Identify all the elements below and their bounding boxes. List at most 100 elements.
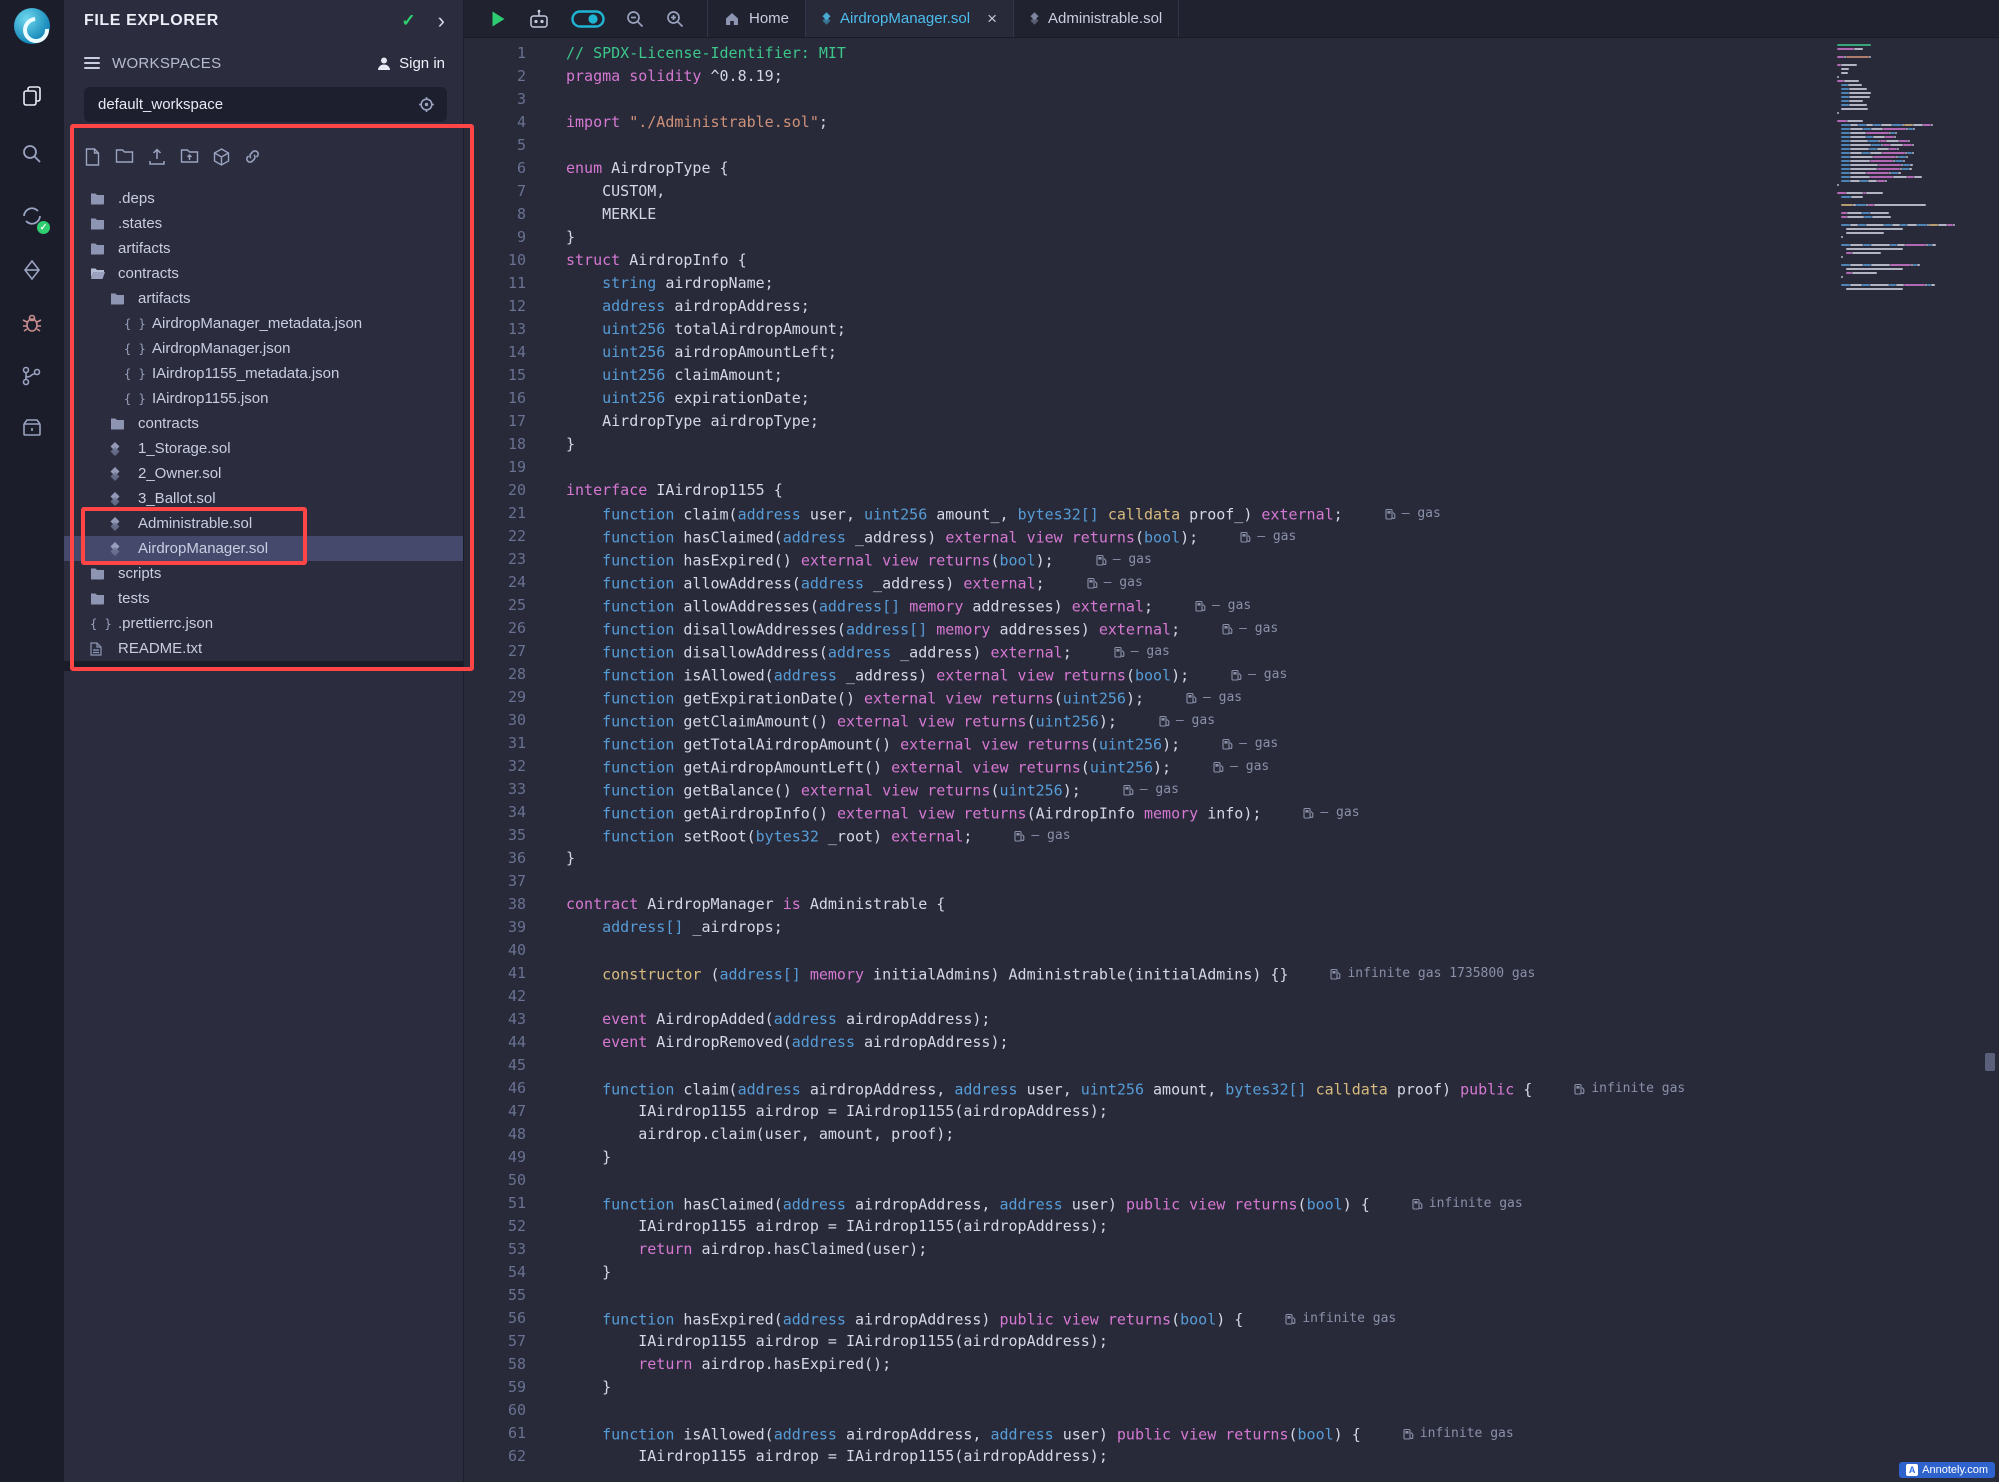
code-line-56[interactable]: 56 function hasExpired(address airdropAd… [464,1307,1977,1330]
code-line-3[interactable]: 3 [464,88,1977,111]
code-line-55[interactable]: 55 [464,1284,1977,1307]
code-line-33[interactable]: 33 function getBalance() external view r… [464,778,1977,801]
code-line-36[interactable]: 36} [464,847,1977,870]
code-line-38[interactable]: 38contract AirdropManager is Administrab… [464,893,1977,916]
code-line-4[interactable]: 4import "./Administrable.sol"; [464,111,1977,134]
code-line-61[interactable]: 61 function isAllowed(address airdropAdd… [464,1422,1977,1445]
zoom-in-icon[interactable] [665,9,685,29]
tree-item-administrable-sol[interactable]: Administrable.sol [64,511,463,536]
code-line-37[interactable]: 37 [464,870,1977,893]
code-line-25[interactable]: 25 function allowAddresses(address[] mem… [464,594,1977,617]
tree-item-prettierrc-json[interactable]: { }.prettierrc.json [64,611,463,636]
code-line-41[interactable]: 41 constructor (address[] memory initial… [464,962,1977,985]
code-line-20[interactable]: 20interface IAirdrop1155 { [464,479,1977,502]
copilot-toggle[interactable] [571,10,605,28]
code-line-54[interactable]: 54 } [464,1261,1977,1284]
file-explorer-icon[interactable] [12,76,52,116]
code-line-62[interactable]: 62 IAirdrop1155 airdrop = IAirdrop1155(a… [464,1445,1977,1468]
tree-item-artifacts[interactable]: artifacts [64,236,463,261]
code-line-6[interactable]: 6enum AirdropType { [464,157,1977,180]
zoom-out-icon[interactable] [625,9,645,29]
code-line-15[interactable]: 15 uint256 claimAmount; [464,364,1977,387]
upload-folder-icon[interactable] [180,148,199,166]
code-line-1[interactable]: 1// SPDX-License-Identifier: MIT [464,42,1977,65]
tree-item-2-owner-sol[interactable]: 2_Owner.sol [64,461,463,486]
tree-item-states[interactable]: .states [64,211,463,236]
code-line-19[interactable]: 19 [464,456,1977,479]
code-line-34[interactable]: 34 function getAirdropInfo() external vi… [464,801,1977,824]
code-line-53[interactable]: 53 return airdrop.hasClaimed(user); [464,1238,1977,1261]
code-line-5[interactable]: 5 [464,134,1977,157]
minimap[interactable] [1837,44,1977,292]
code-line-27[interactable]: 27 function disallowAddress(address _add… [464,640,1977,663]
tab-home[interactable]: Home [708,0,806,37]
code-line-17[interactable]: 17 AirdropType airdropType; [464,410,1977,433]
code-line-18[interactable]: 18} [464,433,1977,456]
code-line-35[interactable]: 35 function setRoot(bytes32 _root) exter… [464,824,1977,847]
upload-file-icon[interactable] [148,148,166,166]
code-line-52[interactable]: 52 IAirdrop1155 airdrop = IAirdrop1155(a… [464,1215,1977,1238]
tree-item-airdropmanager-sol[interactable]: AirdropManager.sol [64,536,463,561]
code-line-21[interactable]: 21 function claim(address user, uint256 … [464,502,1977,525]
code-line-2[interactable]: 2pragma solidity ^0.8.19; [464,65,1977,88]
tab-airdropmanager-sol[interactable]: AirdropManager.sol× [806,0,1014,37]
plugin-manager-icon[interactable] [12,408,52,448]
editor-scrollbar[interactable] [1979,38,1999,1482]
run-script-button[interactable] [490,10,507,28]
code-line-9[interactable]: 9} [464,226,1977,249]
code-line-40[interactable]: 40 [464,939,1977,962]
code-line-47[interactable]: 47 IAirdrop1155 airdrop = IAirdrop1155(a… [464,1100,1977,1123]
tree-item-deps[interactable]: .deps [64,186,463,211]
scrollbar-thumb[interactable] [1985,1053,1995,1071]
code-line-46[interactable]: 46 function claim(address airdropAddress… [464,1077,1977,1100]
code-line-22[interactable]: 22 function hasClaimed(address _address)… [464,525,1977,548]
workspace-settings-icon[interactable] [418,96,435,113]
code-line-13[interactable]: 13 uint256 totalAirdropAmount; [464,318,1977,341]
code-line-44[interactable]: 44 event AirdropRemoved(address airdropA… [464,1031,1977,1054]
code-line-12[interactable]: 12 address airdropAddress; [464,295,1977,318]
code-line-11[interactable]: 11 string airdropName; [464,272,1977,295]
remix-ai-icon[interactable] [527,8,551,30]
tree-item-readme-txt[interactable]: README.txt [64,636,463,661]
close-tab-icon[interactable]: × [987,10,997,27]
code-line-10[interactable]: 10struct AirdropInfo { [464,249,1977,272]
search-icon[interactable] [12,134,52,174]
tree-item-scripts[interactable]: scripts [64,561,463,586]
tree-item-iairdrop1155-json[interactable]: { }IAirdrop1155.json [64,386,463,411]
tree-item-tests[interactable]: tests [64,586,463,611]
code-line-59[interactable]: 59 } [464,1376,1977,1399]
tree-item-1-storage-sol[interactable]: 1_Storage.sol [64,436,463,461]
code-line-7[interactable]: 7 CUSTOM, [464,180,1977,203]
new-file-icon[interactable] [84,148,101,166]
menu-icon[interactable] [84,56,100,70]
code-line-58[interactable]: 58 return airdrop.hasExpired(); [464,1353,1977,1376]
tree-item-contracts[interactable]: contracts [64,261,463,286]
tree-item-airdropmanager-json[interactable]: { }AirdropManager.json [64,336,463,361]
deploy-run-icon[interactable] [12,250,52,290]
ipfs-box-icon[interactable] [213,148,230,166]
code-line-23[interactable]: 23 function hasExpired() external view r… [464,548,1977,571]
tree-item-airdropmanager-metadata-json[interactable]: { }AirdropManager_metadata.json [64,311,463,336]
sign-in-button[interactable]: Sign in [376,55,445,72]
code-line-39[interactable]: 39 address[] _airdrops; [464,916,1977,939]
tab-administrable-sol[interactable]: Administrable.sol [1014,0,1179,37]
code-line-49[interactable]: 49 } [464,1146,1977,1169]
debugger-icon[interactable] [12,304,52,344]
code-line-42[interactable]: 42 [464,985,1977,1008]
code-editor[interactable]: 1// SPDX-License-Identifier: MIT2pragma … [464,38,1977,1482]
tree-item-3-ballot-sol[interactable]: 3_Ballot.sol [64,486,463,511]
code-line-30[interactable]: 30 function getClaimAmount() external vi… [464,709,1977,732]
code-line-8[interactable]: 8 MERKLE [464,203,1977,226]
tree-item-artifacts[interactable]: artifacts [64,286,463,311]
code-line-45[interactable]: 45 [464,1054,1977,1077]
tree-item-contracts[interactable]: contracts [64,411,463,436]
tree-item-iairdrop1155-metadata-json[interactable]: { }IAirdrop1155_metadata.json [64,361,463,386]
code-line-24[interactable]: 24 function allowAddress(address _addres… [464,571,1977,594]
code-line-26[interactable]: 26 function disallowAddresses(address[] … [464,617,1977,640]
code-line-32[interactable]: 32 function getAirdropAmountLeft() exter… [464,755,1977,778]
code-line-16[interactable]: 16 uint256 expirationDate; [464,387,1977,410]
remix-logo[interactable] [14,8,50,44]
code-line-28[interactable]: 28 function isAllowed(address _address) … [464,663,1977,686]
code-line-60[interactable]: 60 [464,1399,1977,1422]
solidity-compiler-icon[interactable]: ✓ [12,196,52,236]
